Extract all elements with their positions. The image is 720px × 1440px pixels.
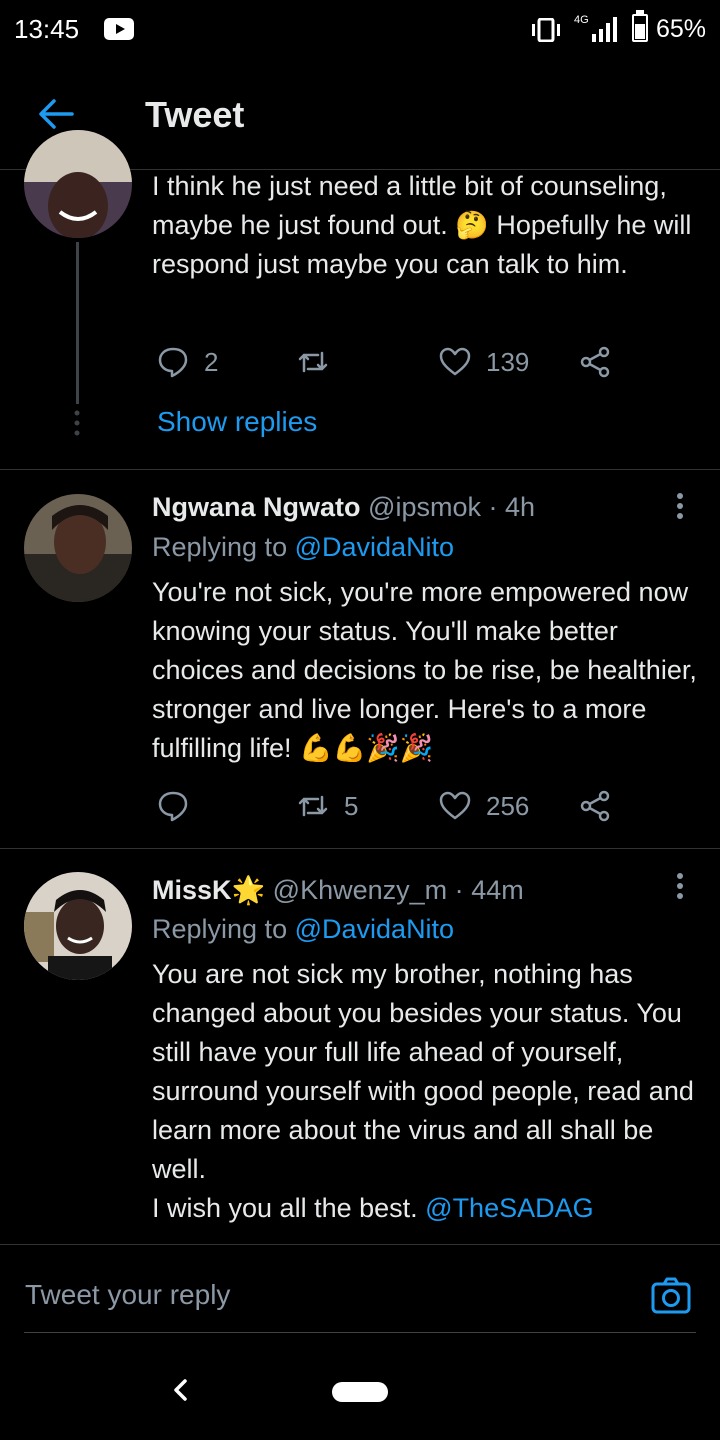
- thread-dots: [74, 410, 80, 436]
- reply-button[interactable]: 2: [156, 342, 218, 382]
- reply-bar[interactable]: Tweet your reply: [0, 1244, 720, 1334]
- like-button[interactable]: 256: [438, 786, 529, 826]
- mention-link[interactable]: @TheSADAG: [425, 1193, 593, 1223]
- handle[interactable]: @ipsmok: [368, 492, 481, 522]
- tweet-text-line: I wish you all the best.: [152, 1193, 418, 1223]
- nav-back-icon[interactable]: [168, 1376, 192, 1404]
- tweet-time: 4h: [505, 492, 536, 522]
- retweet-button[interactable]: [296, 342, 330, 382]
- tweet-text-body: You are not sick my brother, nothing has…: [152, 959, 694, 1184]
- divider: [0, 469, 720, 470]
- battery-percent: 65%: [656, 15, 707, 43]
- page-title: Tweet: [145, 94, 245, 135]
- tweet-text-closing: I wish you all the best. @TheSADAG: [152, 1189, 700, 1228]
- like-count: 139: [486, 346, 530, 377]
- retweet-button[interactable]: 5: [296, 786, 358, 826]
- tweet-text: I think he just need a little bit of cou…: [152, 171, 692, 279]
- youtube-notification-icon: [104, 18, 134, 40]
- avatar[interactable]: [24, 494, 132, 602]
- handle[interactable]: @Khwenzy_m: [273, 875, 447, 905]
- like-button[interactable]: 139: [438, 342, 529, 382]
- signal-icon: 4G: [574, 14, 622, 44]
- system-nav-bar: [0, 1350, 720, 1440]
- thread-line: [76, 242, 79, 404]
- divider: [0, 848, 720, 849]
- share-icon: [580, 346, 610, 378]
- reply-icon: [158, 347, 188, 378]
- nav-home-pill[interactable]: [332, 1382, 388, 1402]
- retweet-icon: [298, 795, 328, 817]
- display-name[interactable]: MissK🌟: [152, 875, 265, 905]
- retweet-count: 5: [344, 790, 359, 821]
- share-button[interactable]: [578, 342, 612, 382]
- more-options-icon[interactable]: [668, 870, 692, 906]
- replying-to: Replying to @DavidaNito: [152, 532, 454, 563]
- tweet-text: You are not sick my brother, nothing has…: [152, 955, 700, 1228]
- tweet-text: You're not sick, you're more empowered n…: [152, 577, 697, 763]
- replying-prefix: Replying to: [152, 532, 288, 562]
- camera-icon[interactable]: [650, 1275, 692, 1317]
- replying-to-handle[interactable]: @DavidaNito: [295, 532, 454, 562]
- status-time: 13:45: [14, 14, 80, 44]
- reply-underline: [24, 1332, 696, 1333]
- show-replies-link[interactable]: Show replies: [157, 406, 317, 438]
- reply-button[interactable]: [156, 786, 190, 826]
- retweet-icon: [298, 351, 328, 373]
- tweet-actions: 2 139: [152, 342, 632, 382]
- status-bar: 13:45 4G 65%: [0, 0, 720, 60]
- tweet-actions: 5 256: [152, 786, 632, 826]
- replying-to: Replying to @DavidaNito: [152, 914, 454, 945]
- back-arrow-icon[interactable]: [36, 94, 76, 134]
- tweet-meta: MissK🌟 @Khwenzy_m · 44m: [152, 874, 524, 906]
- reply-input[interactable]: Tweet your reply: [25, 1279, 230, 1311]
- tweet-time: 44m: [471, 875, 524, 905]
- reply-count: 2: [204, 346, 219, 377]
- tweet-meta: Ngwana Ngwato @ipsmok · 4h: [152, 492, 535, 523]
- heart-icon: [439, 347, 471, 376]
- heart-icon: [439, 791, 471, 820]
- like-count: 256: [486, 790, 530, 821]
- reply-icon: [158, 791, 188, 822]
- replying-to-handle[interactable]: @DavidaNito: [295, 914, 454, 944]
- battery-icon: [632, 14, 648, 42]
- vibrate-icon: [532, 18, 560, 42]
- meta-separator: ·: [454, 875, 464, 905]
- share-button[interactable]: [578, 786, 612, 826]
- replying-prefix: Replying to: [152, 914, 288, 944]
- meta-separator: ·: [488, 492, 498, 522]
- share-icon: [580, 790, 610, 822]
- display-name[interactable]: Ngwana Ngwato: [152, 492, 361, 522]
- avatar[interactable]: [24, 872, 132, 980]
- more-options-icon[interactable]: [668, 490, 692, 526]
- avatar[interactable]: [24, 130, 132, 238]
